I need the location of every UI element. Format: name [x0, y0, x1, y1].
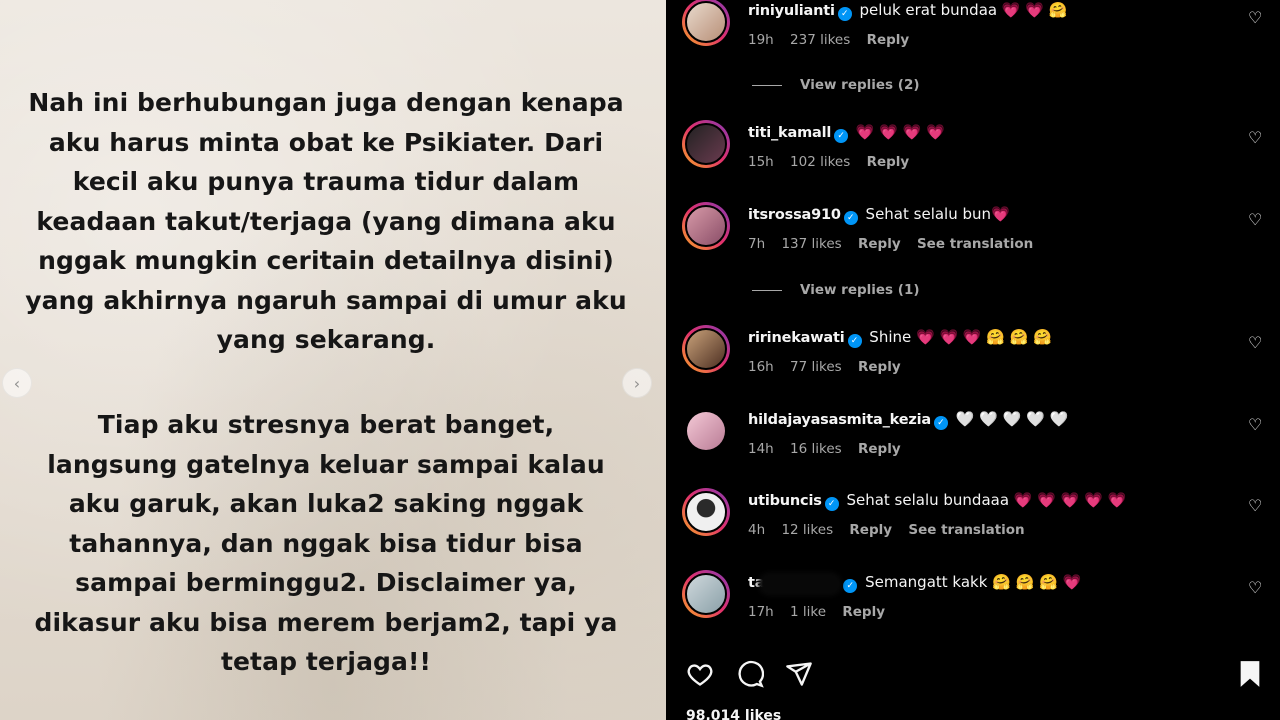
verified-badge-icon: ✓ [824, 497, 839, 511]
comment-meta: 7h 137 likes Reply See translation [748, 236, 1045, 252]
comment-likes[interactable]: 137 likes [781, 236, 841, 252]
avatar[interactable] [682, 570, 730, 618]
see-translation-button[interactable]: See translation [917, 236, 1033, 252]
post-paragraph-1: Nah ini berhubungan juga dengan kenapa a… [25, 88, 627, 354]
like-comment-heart-icon[interactable]: ♡ [1248, 10, 1264, 26]
like-comment-heart-icon[interactable]: ♡ [1248, 580, 1264, 596]
comment-text: Sehat selalu bundaaa 💗 💗 💗 💗 💗 [846, 491, 1127, 509]
comment: itsrossa910 ✓ Sehat selalu bun💗 7h 137 li… [666, 202, 1280, 262]
comment-username[interactable]: titi_kamall [748, 125, 831, 141]
comment-text: peluk erat bundaa 💗 💗 🤗 [859, 1, 1068, 19]
comment-text: Shine 💗 💗 💗 🤗 🤗 🤗 [869, 328, 1052, 346]
like-comment-heart-icon[interactable]: ♡ [1248, 212, 1264, 228]
reply-button[interactable]: Reply [858, 441, 901, 457]
comment-text: 🤍 🤍 🤍 🤍 🤍 [955, 410, 1069, 428]
replies-divider [752, 289, 782, 291]
comment-username[interactable]: hildajayasasmita_kezia [748, 412, 931, 428]
replies-divider [752, 84, 782, 86]
carousel-next-button[interactable]: › [622, 368, 652, 398]
comment-meta: 16h 77 likes Reply [748, 359, 913, 375]
reply-button[interactable]: Reply [867, 154, 910, 170]
post-paragraph-2: Tiap aku stresnya berat banget, langsung… [34, 410, 618, 676]
comment-username[interactable]: itsrossa910 [748, 207, 841, 223]
view-replies-label: View replies (1) [800, 282, 920, 298]
like-comment-heart-icon[interactable]: ♡ [1248, 417, 1264, 433]
heart-outline-icon[interactable] [684, 658, 716, 690]
avatar[interactable] [682, 120, 730, 168]
reply-button[interactable]: Reply [858, 236, 901, 252]
bookmark-icon[interactable] [1234, 658, 1266, 690]
comment-likes[interactable]: 237 likes [790, 32, 850, 48]
view-replies-button[interactable]: View replies (2) [752, 77, 920, 93]
comment-username[interactable]: riniyulianti [748, 3, 835, 19]
reply-button[interactable]: Reply [858, 359, 901, 375]
comment-age: 19h [748, 32, 774, 48]
comment-text: 💗 💗 💗 💗 [855, 123, 945, 141]
see-translation-button[interactable]: See translation [908, 522, 1024, 538]
verified-badge-icon: ✓ [843, 579, 858, 593]
comment-age: 7h [748, 236, 766, 252]
comment-meta: 17h 1 like Reply [748, 604, 897, 620]
comment-username[interactable]: ririnekawati [748, 330, 845, 346]
comment-meta: 14h 16 likes Reply [748, 441, 913, 457]
comments-panel: riniyulianti ✓ peluk erat bundaa 💗 💗 🤗 19… [666, 0, 1280, 720]
comment: ririnekawati ✓ Shine 💗 💗 💗 🤗 🤗 🤗 16h 77 l… [666, 325, 1280, 385]
reply-button[interactable]: Reply [842, 604, 885, 620]
comment-age: 14h [748, 441, 774, 457]
reply-button[interactable]: Reply [849, 522, 892, 538]
comment: hildajayasasmita_kezia ✓ 🤍 🤍 🤍 🤍 🤍 14h 16… [666, 407, 1280, 467]
like-comment-heart-icon[interactable]: ♡ [1248, 130, 1264, 146]
view-replies-label: View replies (2) [800, 77, 920, 93]
avatar[interactable] [682, 407, 730, 455]
avatar[interactable] [682, 325, 730, 373]
comment-age: 15h [748, 154, 774, 170]
comment-bubble-icon[interactable] [734, 658, 766, 690]
comment-meta: 15h 102 likes Reply [748, 154, 921, 170]
view-replies-button[interactable]: View replies (1) [752, 282, 920, 298]
redaction-mark [758, 572, 842, 596]
comment-meta: 19h 237 likes Reply [748, 32, 921, 48]
comment-likes[interactable]: 1 like [790, 604, 826, 620]
verified-badge-icon: ✓ [847, 334, 862, 348]
comment-likes[interactable]: 16 likes [790, 441, 842, 457]
like-comment-heart-icon[interactable]: ♡ [1248, 335, 1264, 351]
avatar[interactable] [682, 202, 730, 250]
avatar[interactable] [682, 0, 730, 46]
comment-age: 17h [748, 604, 774, 620]
comment-text: Sehat selalu bun💗 [865, 205, 1010, 223]
reply-button[interactable]: Reply [867, 32, 910, 48]
comment-age: 4h [748, 522, 766, 538]
comment-age: 16h [748, 359, 774, 375]
comment-meta: 4h 12 likes Reply See translation [748, 522, 1037, 538]
verified-badge-icon: ✓ [933, 416, 948, 430]
like-comment-heart-icon[interactable]: ♡ [1248, 498, 1264, 514]
post-action-bar [666, 654, 1280, 694]
carousel-prev-button[interactable]: ‹ [2, 368, 32, 398]
comment-likes[interactable]: 102 likes [790, 154, 850, 170]
comment: utibuncis ✓ Sehat selalu bundaaa 💗 💗 💗 💗 … [666, 488, 1280, 548]
verified-badge-icon: ✓ [834, 129, 849, 143]
verified-badge-icon: ✓ [843, 211, 858, 225]
avatar[interactable] [682, 488, 730, 536]
paper-plane-icon[interactable] [783, 658, 815, 690]
comment-likes[interactable]: 12 likes [781, 522, 833, 538]
comment: riniyulianti ✓ peluk erat bundaa 💗 💗 🤗 19… [666, 0, 1280, 58]
verified-badge-icon: ✓ [837, 7, 852, 21]
comment-likes[interactable]: 77 likes [790, 359, 842, 375]
post-image: Nah ini berhubungan juga dengan kenapa a… [0, 0, 666, 720]
comment-text: Semangatt kakk 🤗 🤗 🤗 💗 [865, 573, 1082, 591]
post-likes-count[interactable]: 98,014 likes [686, 708, 781, 720]
comment: titi_kamall ✓ 💗 💗 💗 💗 15h 102 likes Reply… [666, 120, 1280, 180]
comment-username[interactable]: utibuncis [748, 493, 822, 509]
